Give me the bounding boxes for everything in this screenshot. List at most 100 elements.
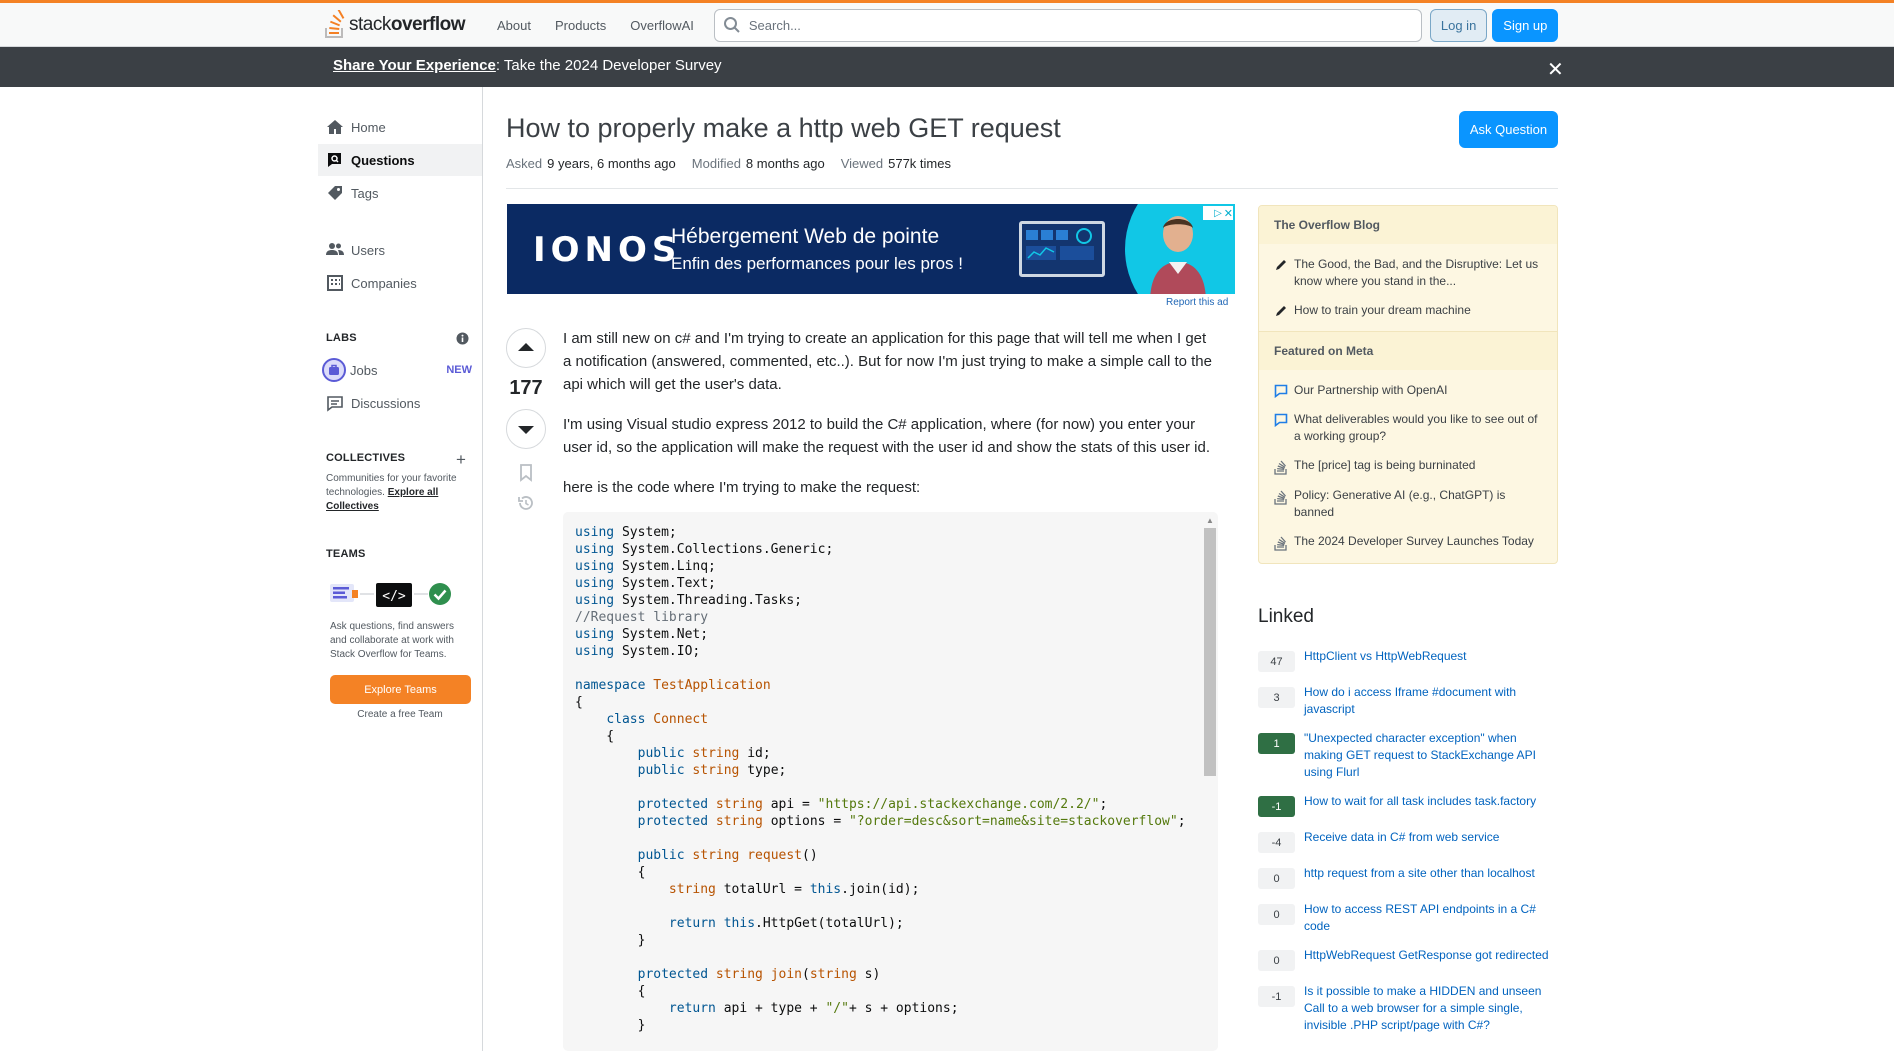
ad-choices[interactable]: ▷ ✕	[1203, 206, 1233, 220]
linked-question-link[interactable]: HttpWebRequest GetResponse got redirecte…	[1304, 947, 1549, 971]
blog-item-title: The Good, the Bad, and the Disruptive: L…	[1294, 257, 1539, 288]
sidebar-item-questions[interactable]: Questions	[318, 144, 482, 176]
close-icon[interactable]: ✕	[1547, 57, 1564, 82]
linked-item[interactable]: 0 HttpWebRequest GetResponse got redirect…	[1258, 947, 1558, 971]
linked-question-link[interactable]: HttpClient vs HttpWebRequest	[1304, 648, 1467, 672]
code-token: api =	[762, 797, 818, 812]
linked-item[interactable]: 1 "Unexpected character exception" when m…	[1258, 730, 1558, 781]
body-paragraph: here is the code where I'm trying to mak…	[563, 479, 921, 496]
linked-item[interactable]: 0 How to access REST API endpoints in a C…	[1258, 901, 1558, 935]
nav-overflowai[interactable]: OverflowAI	[618, 10, 706, 41]
question-title[interactable]: How to properly make a http web GET requ…	[506, 113, 1061, 144]
blog-item[interactable]: The Good, the Bad, and the Disruptive: L…	[1259, 250, 1557, 296]
linked-item[interactable]: 3 How do i access Iframe #document with j…	[1258, 684, 1558, 718]
sidebar-item-label: Questions	[351, 152, 415, 168]
meta-item[interactable]: The [price] tag is being burninated	[1259, 451, 1557, 481]
stackoverflow-logo[interactable]: stackoverflow	[323, 3, 473, 47]
code-token: protected	[637, 967, 709, 982]
downvote-button[interactable]	[506, 409, 546, 449]
asked-label: Asked	[506, 156, 543, 171]
nav-about[interactable]: About	[485, 10, 543, 41]
code-token: "https://api.stackexchange.com/2.2/"	[817, 797, 1100, 812]
ad-close-icon[interactable]: ✕	[1224, 207, 1233, 220]
code-token: System.Net;	[614, 627, 709, 642]
sidebar-item-label: Jobs	[350, 362, 378, 378]
linked-item[interactable]: -1 Is it possible to make a HIDDEN and un…	[1258, 983, 1558, 1034]
code-token: namespace	[575, 678, 646, 693]
linked-question-link[interactable]: How to wait for all task includes task.f…	[1304, 793, 1536, 817]
question-meta: Asked 9 years, 6 months ago Modified 8 mon…	[506, 156, 951, 171]
report-ad-link[interactable]: Report this ad	[1166, 297, 1228, 308]
code-block[interactable]: using System; using System.Collections.Ge…	[563, 512, 1218, 1051]
meta-item[interactable]: Our Partnership with OpenAI	[1259, 376, 1557, 405]
code-line: using System.Text;	[575, 575, 1186, 592]
viewed-label: Viewed	[840, 156, 884, 171]
code-token: public	[637, 746, 685, 761]
sidebar-item-jobs[interactable]: Jobs NEW	[318, 354, 482, 386]
users-icon	[326, 241, 344, 259]
code-token: using	[575, 644, 615, 659]
linked-question-link[interactable]: How do i access Iframe #document with ja…	[1304, 684, 1558, 718]
ad-headline: Hébergement Web de pointe	[671, 225, 940, 248]
code-token: this	[809, 882, 842, 897]
linked-question-link[interactable]: http request from a site other than loca…	[1304, 865, 1535, 889]
linked-item[interactable]: 0 http request from a site other than loc…	[1258, 865, 1558, 889]
code-token: using	[575, 559, 615, 574]
meta-item[interactable]: The 2024 Developer Survey Launches Today	[1259, 527, 1557, 557]
viewed-value: 577k times	[888, 156, 951, 171]
advertisement-banner[interactable]: IONOS Hébergement Web de pointe Enfin de…	[507, 204, 1235, 294]
linked-question-link[interactable]: Is it possible to make a HIDDEN and unse…	[1304, 983, 1558, 1034]
meta-heading: Featured on Meta	[1259, 331, 1557, 370]
modified-meta[interactable]: Modified 8 months ago	[692, 156, 825, 171]
linked-item[interactable]: 47 HttpClient vs HttpWebRequest	[1258, 648, 1558, 672]
meta-item[interactable]: What deliverables would you like to see …	[1259, 405, 1557, 451]
code-token: request	[739, 848, 803, 863]
blog-item[interactable]: How to train your dream machine	[1259, 296, 1557, 325]
upvote-button[interactable]	[506, 328, 546, 368]
meta-item[interactable]: Policy: Generative AI (e.g., ChatGPT) is…	[1259, 481, 1557, 527]
ask-question-button[interactable]: Ask Question	[1459, 111, 1558, 148]
linked-item[interactable]: -4 Receive data in C# from web service	[1258, 829, 1558, 853]
linked-score-badge: -1	[1258, 796, 1295, 817]
meta-item-title: The [price] tag is being burninated	[1294, 458, 1476, 472]
code-token: string	[668, 882, 716, 897]
linked-question-link[interactable]: "Unexpected character exception" when ma…	[1304, 730, 1558, 781]
bookmark-button[interactable]	[506, 461, 546, 485]
code-scrollbar[interactable]	[1204, 528, 1216, 776]
linked-item[interactable]: -1 How to wait for all task includes task…	[1258, 793, 1558, 817]
linked-question-link[interactable]: How to access REST API endpoints in a C#…	[1304, 901, 1558, 935]
info-icon[interactable]	[456, 332, 469, 350]
blog-item-title: How to train your dream machine	[1294, 303, 1471, 317]
code-line: string totalUrl = this.join(id);	[575, 881, 1186, 898]
history-button[interactable]	[506, 491, 546, 515]
code-token: return	[668, 916, 716, 931]
nav-products[interactable]: Products	[543, 10, 618, 41]
blog-list: The Good, the Bad, and the Disruptive: L…	[1259, 244, 1557, 331]
login-button[interactable]: Log in	[1429, 8, 1488, 42]
code-token: //Request library	[575, 610, 709, 625]
search-input[interactable]: Search...	[713, 8, 1422, 42]
notice-text: Share Your Experience: Take the 2024 Dev…	[333, 57, 722, 74]
notice-link[interactable]: Share Your Experience	[333, 57, 496, 74]
add-icon[interactable]: +	[456, 450, 466, 470]
sidebar-item-discussions[interactable]: Discussions	[318, 387, 482, 419]
scroll-up-icon[interactable]: ▲	[1206, 516, 1214, 525]
code-token: public	[637, 848, 685, 863]
sidebar-item-tags[interactable]: Tags	[318, 177, 482, 209]
linked-question-link[interactable]: Receive data in C# from web service	[1304, 829, 1499, 853]
code-line: return api + type + "/"+ s + options;	[575, 1000, 1186, 1017]
code-line: class Connect	[575, 711, 1186, 728]
sidebar-item-users[interactable]: Users	[318, 234, 482, 266]
code-line: protected string api = "https://api.stac…	[575, 796, 1186, 813]
signup-button[interactable]: Sign up	[1492, 8, 1559, 42]
code-token: return	[668, 1001, 716, 1016]
explore-teams-button[interactable]: Explore Teams	[330, 675, 471, 704]
sidebar-item-home[interactable]: Home	[318, 111, 482, 143]
create-team-link[interactable]: Create a free Team	[318, 709, 482, 720]
arrow-down-icon	[518, 426, 534, 434]
modified-value: 8 months ago	[745, 156, 825, 171]
sidebar-item-companies[interactable]: Companies	[318, 267, 482, 299]
labs-heading: LABS	[326, 332, 357, 344]
code-line: namespace TestApplication	[575, 677, 1186, 694]
